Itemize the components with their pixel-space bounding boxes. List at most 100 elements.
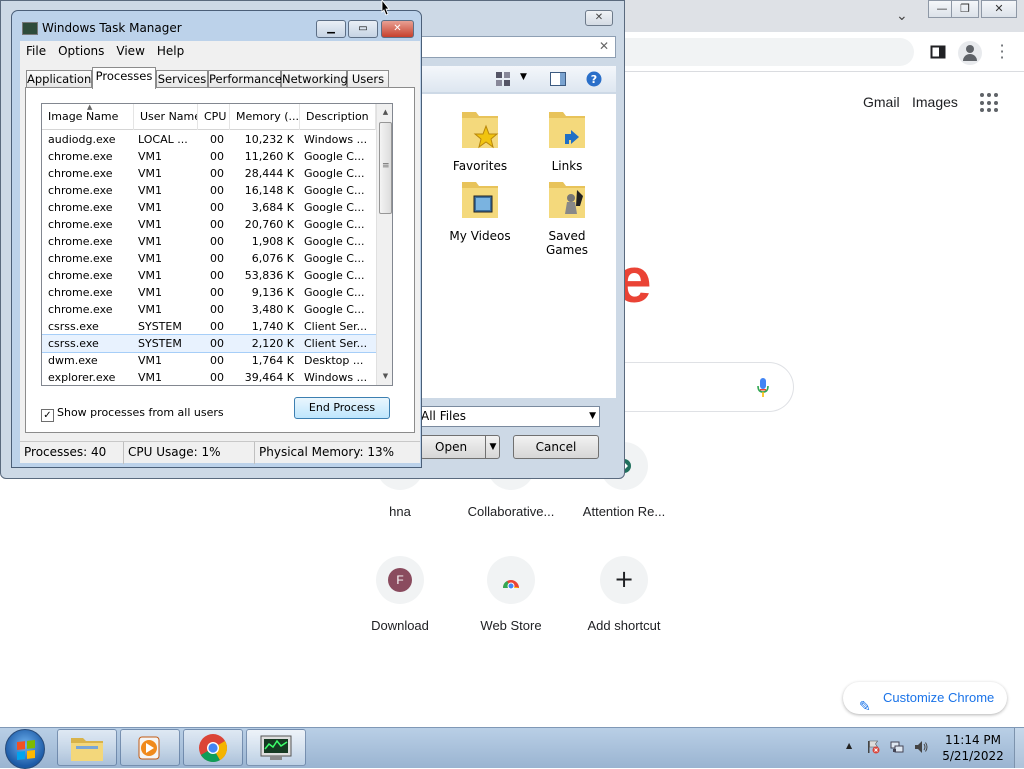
cell-image-name: chrome.exe	[48, 218, 113, 231]
cell-image-name: chrome.exe	[48, 150, 113, 163]
menu-view[interactable]: View	[110, 44, 150, 58]
scroll-down-icon[interactable]: ▼	[377, 368, 392, 385]
customize-chrome-button[interactable]: ✎ Customize Chrome	[843, 682, 1007, 714]
open-dropdown-icon[interactable]: ▼	[485, 436, 500, 458]
shortcut-download[interactable]: F Download	[345, 556, 455, 633]
table-row[interactable]: chrome.exe VM1 00 53,836 K Google C...	[42, 267, 376, 284]
menu-bar: File Options View Help	[20, 41, 420, 61]
cell-user-name: VM1	[138, 252, 163, 265]
dialog-search-field[interactable]: ✕	[420, 36, 616, 58]
view-dropdown-icon[interactable]: ▼	[520, 72, 527, 82]
folder-links[interactable]: Links	[527, 104, 607, 173]
cell-cpu: 00	[210, 184, 224, 197]
vertical-scrollbar[interactable]: ▲ ▼	[376, 104, 392, 385]
menu-options[interactable]: Options	[52, 44, 110, 58]
table-row[interactable]: chrome.exe VM1 00 3,480 K Google C...	[42, 301, 376, 318]
tab-networking[interactable]: Networking	[281, 70, 348, 88]
column-memory[interactable]: Memory (...	[230, 104, 300, 130]
clear-icon[interactable]: ✕	[599, 39, 609, 53]
images-link[interactable]: Images	[912, 94, 958, 110]
folder-favorites[interactable]: Favorites	[440, 104, 520, 173]
table-row[interactable]: csrss.exe SYSTEM 00 2,120 K Client Ser...	[42, 334, 377, 353]
shortcut-icon: F	[376, 556, 424, 604]
tab-processes[interactable]: Processes	[92, 67, 156, 89]
taskbar-chrome[interactable]	[183, 729, 243, 766]
scroll-thumb[interactable]	[379, 122, 392, 214]
volume-icon[interactable]	[914, 740, 928, 754]
column-description[interactable]: Description	[300, 104, 376, 130]
change-view-icon[interactable]	[496, 72, 510, 86]
show-desktop-button[interactable]	[1014, 728, 1024, 768]
taskbar-task-manager[interactable]	[246, 729, 306, 766]
action-center-flag-icon[interactable]	[866, 740, 880, 754]
dialog-close-button[interactable]: ✕	[585, 10, 613, 26]
table-row[interactable]: chrome.exe VM1 00 20,760 K Google C...	[42, 216, 376, 233]
column-user-name[interactable]: User Name	[134, 104, 198, 130]
menu-help[interactable]: Help	[151, 44, 190, 58]
close-button[interactable]: ✕	[381, 20, 414, 38]
table-row[interactable]: chrome.exe VM1 00 6,076 K Google C...	[42, 250, 376, 267]
column-cpu[interactable]: CPU	[198, 104, 230, 130]
cell-image-name: chrome.exe	[48, 167, 113, 180]
google-apps-icon[interactable]	[980, 93, 1000, 113]
cell-user-name: VM1	[138, 150, 163, 163]
scroll-up-icon[interactable]: ▲	[377, 104, 392, 121]
cell-cpu: 00	[210, 303, 224, 316]
table-row[interactable]: chrome.exe VM1 00 1,908 K Google C...	[42, 233, 376, 250]
preview-pane-icon[interactable]	[550, 72, 566, 86]
chrome-menu-icon[interactable]: · · ·	[998, 38, 1006, 66]
table-row[interactable]: csrss.exe SYSTEM 00 1,740 K Client Ser...	[42, 318, 376, 335]
cell-memory: 1,908 K	[251, 235, 294, 248]
show-all-users-checkbox[interactable]: ✓	[41, 409, 54, 422]
gmail-link[interactable]: Gmail	[863, 94, 900, 110]
folder-my-videos[interactable]: My Videos	[440, 174, 520, 243]
network-icon[interactable]	[890, 740, 904, 754]
table-row[interactable]: chrome.exe VM1 00 16,148 K Google C...	[42, 182, 376, 199]
column-image-name[interactable]: ▲ Image Name	[42, 104, 134, 130]
taskbar-explorer[interactable]	[57, 729, 117, 766]
folder-saved-games[interactable]: Saved Games	[527, 174, 607, 257]
tab-services[interactable]: Services	[156, 70, 208, 88]
taskbar-media-player[interactable]	[120, 729, 180, 766]
system-clock[interactable]: 11:14 PM 5/21/2022	[930, 732, 1016, 764]
maximize-button[interactable]: ▭	[348, 20, 378, 38]
minimize-button[interactable]: ▁	[316, 20, 346, 38]
cell-cpu: 00	[210, 235, 224, 248]
cell-image-name: csrss.exe	[48, 337, 99, 350]
tab-applications[interactable]: Applications	[26, 70, 97, 88]
shortcut-label: Download	[371, 618, 429, 633]
shortcut-web-store[interactable]: Web Store	[456, 556, 566, 633]
status-processes: Processes: 40	[20, 442, 124, 464]
file-type-select[interactable]: All Files ▼	[420, 406, 600, 427]
start-button[interactable]	[5, 729, 45, 769]
table-row[interactable]: chrome.exe VM1 00 11,260 K Google C...	[42, 148, 376, 165]
show-all-users-checkbox-row[interactable]: ✓ Show processes from all users	[41, 406, 224, 422]
chrome-restore-button[interactable]: ❐	[951, 0, 979, 18]
chrome-close-button[interactable]: ✕	[981, 0, 1017, 18]
cell-image-name: chrome.exe	[48, 201, 113, 214]
table-row[interactable]: chrome.exe VM1 00 28,444 K Google C...	[42, 165, 376, 182]
table-row[interactable]: chrome.exe VM1 00 3,684 K Google C...	[42, 199, 376, 216]
shortcut-label: hna	[389, 504, 411, 519]
tab-users[interactable]: Users	[347, 70, 389, 88]
tab-performance[interactable]: Performance	[208, 70, 282, 88]
cell-image-name: audiodg.exe	[48, 133, 116, 146]
help-icon[interactable]: ?	[586, 71, 602, 87]
table-row[interactable]: dwm.exe VM1 00 1,764 K Desktop ...	[42, 352, 376, 369]
side-panel-icon[interactable]	[930, 44, 946, 60]
cell-cpu: 00	[210, 337, 224, 350]
cell-user-name: VM1	[138, 184, 163, 197]
cancel-button[interactable]: Cancel	[513, 435, 599, 459]
end-process-button[interactable]: End Process	[294, 397, 390, 419]
table-row[interactable]: chrome.exe VM1 00 9,136 K Google C...	[42, 284, 376, 301]
show-hidden-icons-arrow-icon[interactable]: ▲	[846, 741, 852, 750]
table-row[interactable]: audiodg.exe LOCAL ... 00 10,232 K Windows ..…	[42, 131, 376, 148]
tab-search-chevron-icon[interactable]: ⌄	[896, 8, 908, 24]
voice-search-icon[interactable]	[757, 378, 769, 398]
menu-file[interactable]: File	[20, 44, 52, 58]
open-button[interactable]: Open ▼	[420, 435, 500, 459]
shortcut-icon	[487, 556, 535, 604]
table-row[interactable]: explorer.exe VM1 00 39,464 K Windows ...	[42, 369, 376, 385]
profile-avatar-icon[interactable]	[958, 41, 982, 65]
shortcut-add[interactable]: + Add shortcut	[569, 556, 679, 633]
